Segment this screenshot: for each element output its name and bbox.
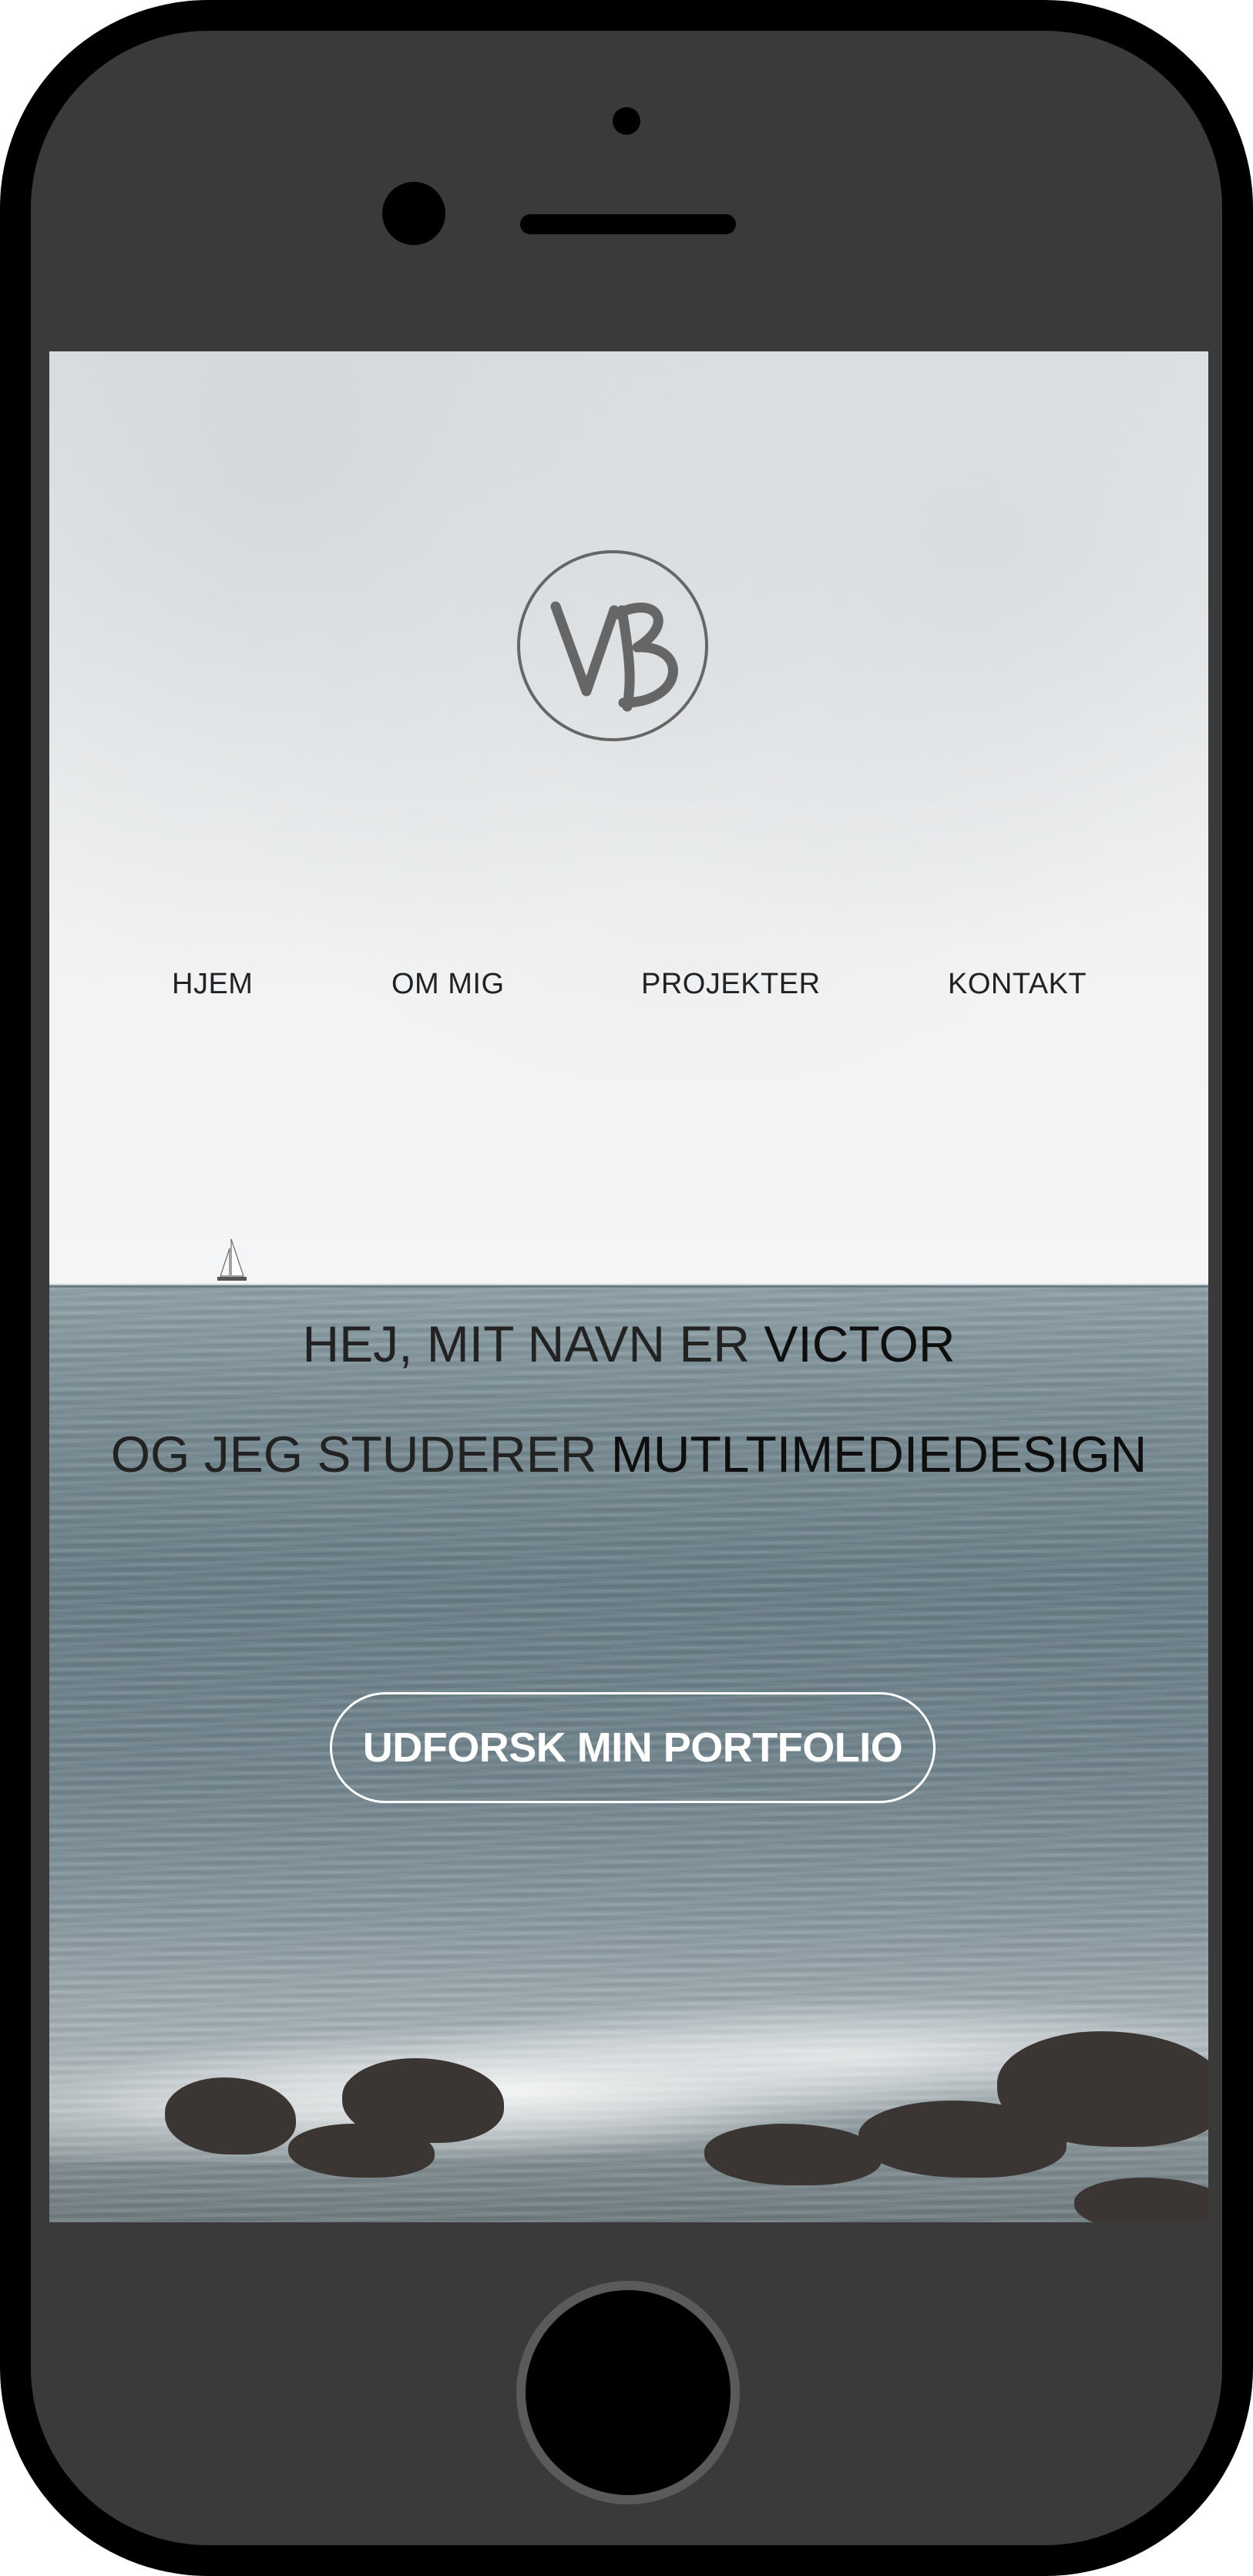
hero-study-subject: MUTLTIMEDIEDESIGN <box>610 1426 1147 1483</box>
vb-logo-icon[interactable] <box>516 549 710 743</box>
nav-item-om-mig[interactable]: OM MIG <box>391 968 505 1001</box>
phone-screen: HJEM OM MIG PROJEKTER KONTAKT HEJ, MIT N… <box>49 351 1208 2222</box>
proximity-sensor-icon <box>613 107 640 135</box>
explore-portfolio-button[interactable]: UDFORSK MIN PORTFOLIO <box>330 1692 936 1803</box>
nav-item-kontakt[interactable]: KONTAKT <box>948 968 1087 1001</box>
phone-frame: HJEM OM MIG PROJEKTER KONTAKT HEJ, MIT N… <box>0 0 1253 2576</box>
home-button-inner <box>536 2301 720 2484</box>
camera-icon <box>382 182 445 245</box>
hero-name: VICTOR <box>764 1315 956 1372</box>
main-nav: HJEM OM MIG PROJEKTER KONTAKT <box>49 968 1208 1014</box>
hero-line-2: OG JEG STUDERER MUTLTIMEDIEDESIGN <box>49 1425 1208 1483</box>
home-button-icon[interactable] <box>516 2281 740 2504</box>
rock <box>1074 2178 1208 2222</box>
speaker-icon <box>520 214 736 234</box>
sky-background <box>49 351 1208 1287</box>
hero-line-1: HEJ, MIT NAVN ER VICTOR <box>49 1315 1208 1373</box>
hero-study-prefix: OG JEG STUDERER <box>110 1426 611 1483</box>
explore-portfolio-label: UDFORSK MIN PORTFOLIO <box>362 1725 903 1771</box>
sailboat-icon <box>217 1238 247 1281</box>
nav-item-hjem[interactable]: HJEM <box>172 968 253 1001</box>
hero-greeting: HEJ, MIT NAVN ER <box>302 1315 764 1372</box>
nav-item-projekter[interactable]: PROJEKTER <box>641 968 821 1001</box>
